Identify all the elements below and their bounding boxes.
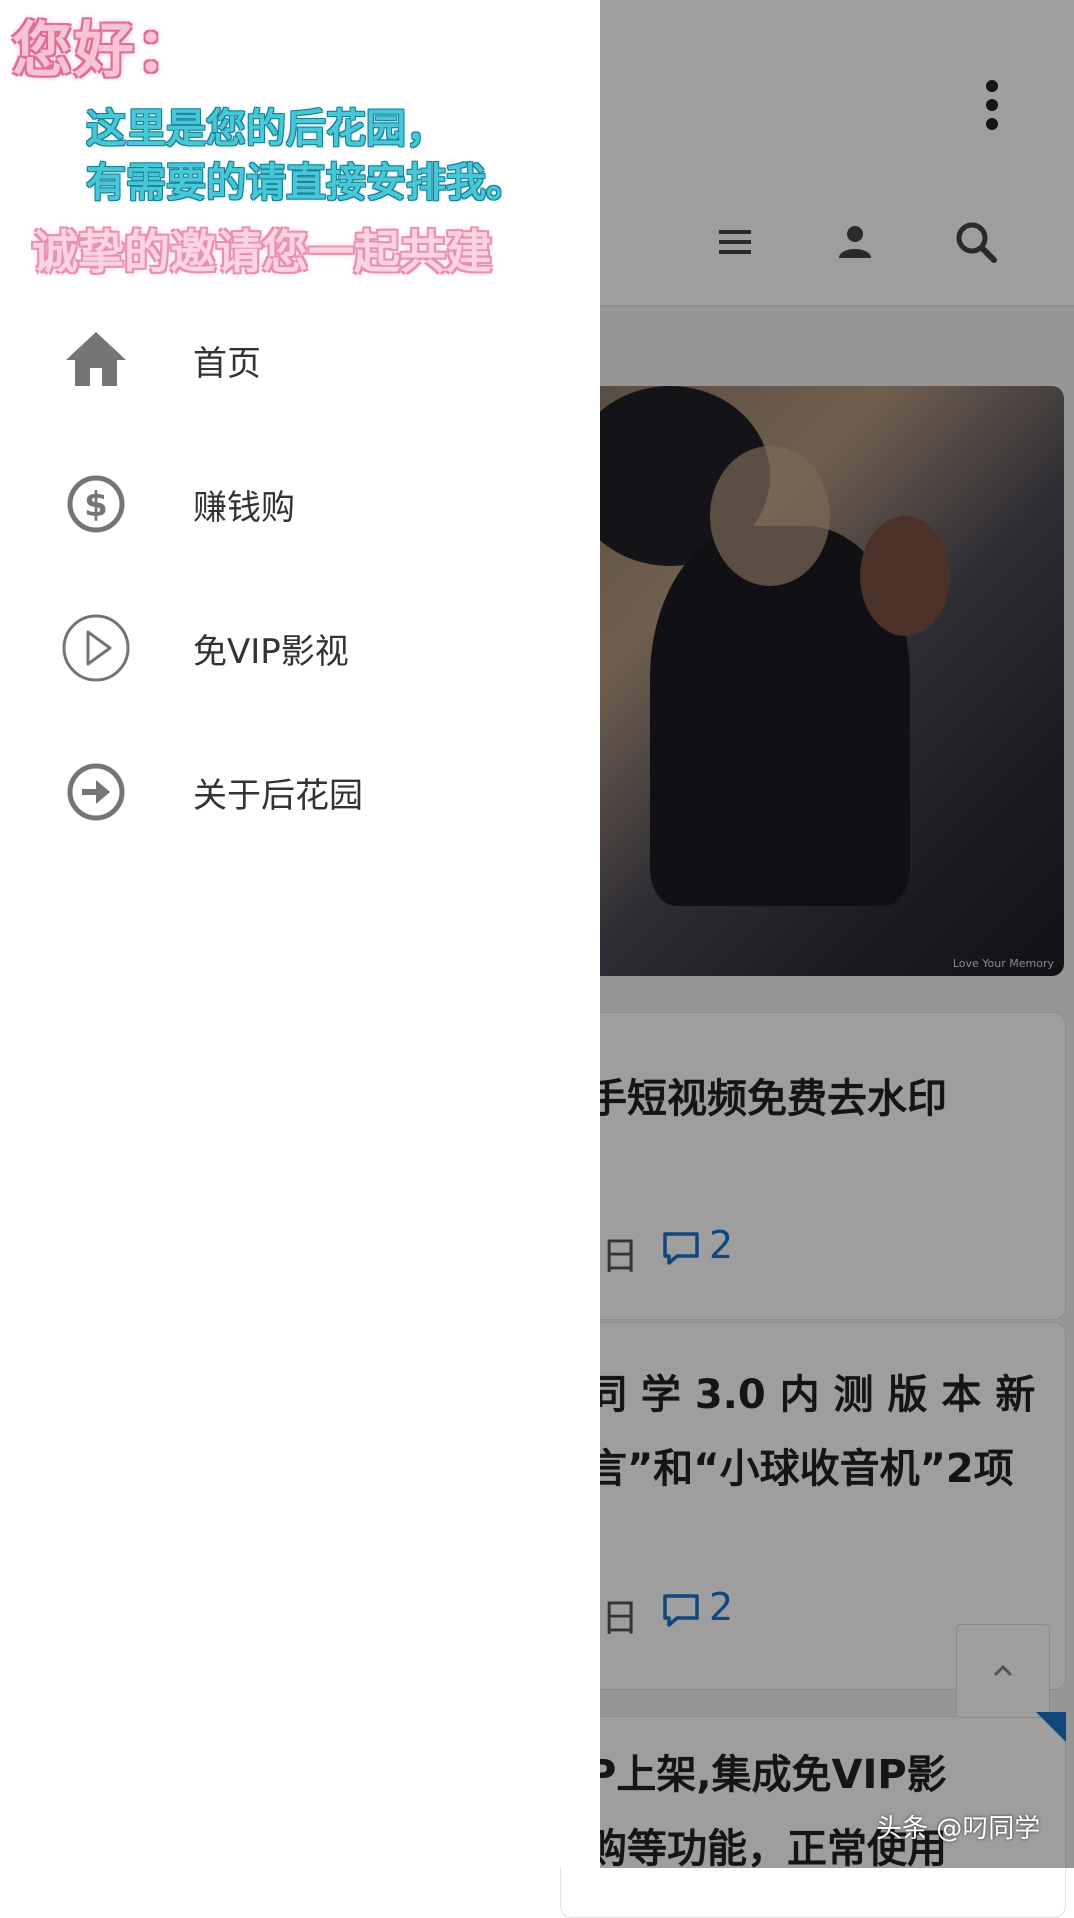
dollar-circle-icon: $	[67, 475, 125, 533]
menu-item-label: 关于后花园	[193, 776, 363, 816]
arrow-right-circle-icon	[67, 763, 125, 821]
menu-item-home[interactable]: 首页	[0, 300, 600, 420]
greeting-hello: 您好：	[12, 16, 198, 86]
svg-text:$: $	[84, 485, 108, 525]
greeting-line1: 这里是您的后花园，	[86, 106, 446, 152]
menu-item-about[interactable]: 关于后花园	[0, 732, 600, 852]
greeting-invite: 诚挚的邀请您一起共建	[32, 225, 492, 279]
play-circle-icon	[62, 614, 130, 682]
navigation-drawer: 您好： 这里是您的后花园， 有需要的请直接安排我。 诚挚的邀请您一起共建 首页 …	[0, 0, 600, 1868]
menu-item-earn[interactable]: $ 赚钱购	[0, 444, 600, 564]
menu-item-label: 首页	[193, 344, 261, 384]
menu-item-label: 免VIP影视	[193, 632, 349, 672]
greeting-line2: 有需要的请直接安排我。	[86, 160, 526, 206]
watermark: 头条 @叼同学	[876, 1814, 1041, 1844]
menu-item-vip-video[interactable]: 免VIP影视	[0, 588, 600, 708]
menu-item-label: 赚钱购	[193, 488, 295, 528]
home-icon	[66, 332, 126, 386]
